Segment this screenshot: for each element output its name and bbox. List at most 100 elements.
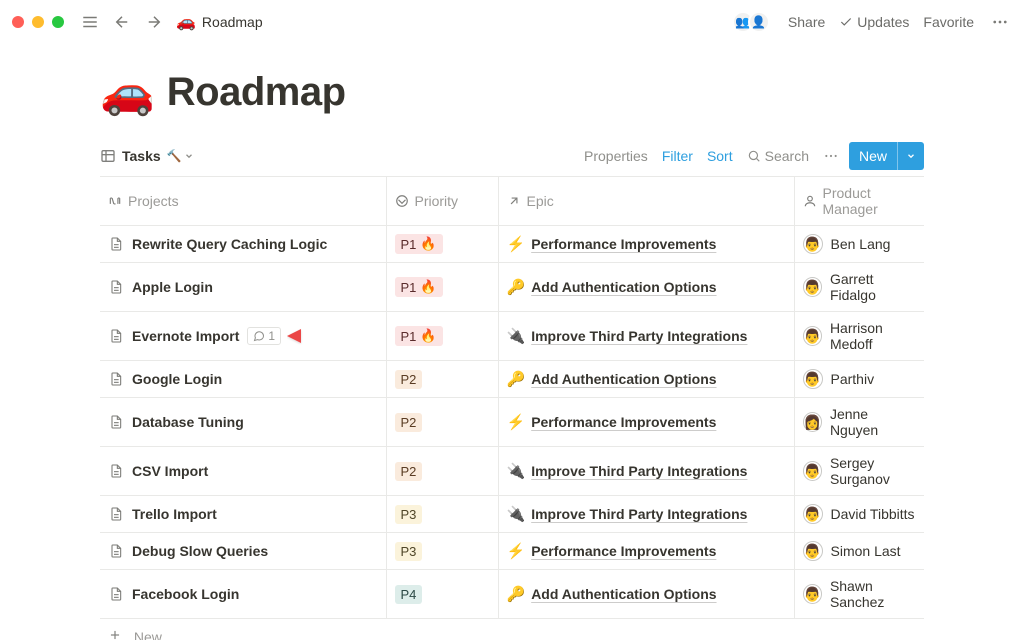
toolbar-more-icon[interactable] [823,148,839,164]
epic-emoji: 🔌 [507,327,526,345]
search-icon [747,149,761,163]
cell-pm[interactable]: 👨Parthiv [794,361,924,398]
pm-name: David Tibbitts [831,506,915,522]
priority-label: P2 [401,464,417,479]
comment-badge[interactable]: 1 [247,327,281,345]
cell-project[interactable]: Rewrite Query Caching Logic [100,226,386,263]
new-row[interactable]: New [100,619,924,640]
forward-icon[interactable] [142,10,166,34]
new-button[interactable]: New [849,142,924,170]
page-emoji[interactable]: 🚗 [100,71,155,115]
epic-emoji: 🔑 [507,278,526,296]
table-row[interactable]: Trello Import P3 🔌Improve Third Party Inte… [100,496,924,533]
pm-avatar: 👨 [803,234,823,254]
updates-button[interactable]: Updates [839,14,909,30]
table-row[interactable]: Facebook Login P4 🔑Add Authentication Opti… [100,570,924,619]
cell-pm[interactable]: 👨Garrett Fidalgo [794,263,924,312]
cell-priority[interactable]: P1 🔥 [386,263,498,312]
priority-label: P1 [401,329,417,344]
cell-project[interactable]: Trello Import [100,496,386,533]
page-icon [108,279,124,295]
priority-label: P2 [401,415,417,430]
epic-title: Improve Third Party Integrations [531,463,747,479]
cell-priority[interactable]: P1 🔥 [386,312,498,361]
epic-title: Improve Third Party Integrations [531,506,747,522]
cell-project[interactable]: Facebook Login [100,570,386,619]
filter-button[interactable]: Filter [662,148,693,164]
cell-project[interactable]: Google Login [100,361,386,398]
cell-priority[interactable]: P2 [386,447,498,496]
close-window-dot[interactable] [12,16,24,28]
hamburger-icon[interactable] [78,10,102,34]
table-row[interactable]: Rewrite Query Caching LogicP1 🔥⚡Performa… [100,226,924,263]
column-header-projects[interactable]: Projects [100,177,386,226]
cell-epic[interactable]: 🔑Add Authentication Options [498,570,794,619]
column-header-priority[interactable]: Priority [386,177,498,226]
epic-title: Add Authentication Options [531,279,716,295]
cell-project[interactable]: Debug Slow Queries [100,533,386,570]
cell-priority[interactable]: P4 [386,570,498,619]
cell-epic[interactable]: 🔑 Add Authentication Options [498,263,794,312]
column-header-epic[interactable]: Epic [498,177,794,226]
cell-project[interactable]: CSV Import [100,447,386,496]
cell-priority[interactable]: P1 🔥 [386,226,498,263]
view-selector[interactable]: Tasks 🔨 [100,148,194,164]
epic-title: Performance Improvements [531,543,716,559]
back-icon[interactable] [110,10,134,34]
cell-priority[interactable]: P3 [386,533,498,570]
table-row[interactable]: Debug Slow QueriesP3⚡Performance Improve… [100,533,924,570]
table-row[interactable]: Evernote Import1P1 🔥🔌Improve Third Party… [100,312,924,361]
top-actions: 👥 👤 Share Updates Favorite [732,10,1012,34]
chevron-down-icon [184,151,194,161]
priority-label: P4 [401,587,417,602]
page-icon [108,236,124,252]
page-title[interactable]: Roadmap [167,70,346,115]
table-row[interactable]: Apple Login P1 🔥 🔑 Add Authentication Optio… [100,263,924,312]
cell-epic[interactable]: 🔌Improve Third Party Integrations [498,312,794,361]
epic-emoji: ⚡ [507,413,526,431]
cell-epic[interactable]: ⚡Performance Improvements [498,398,794,447]
breadcrumb[interactable]: 🚗 Roadmap [176,12,263,32]
presence-avatars[interactable]: 👥 👤 [732,11,770,33]
comment-count: 1 [268,329,275,343]
cell-project[interactable]: Evernote Import1 [100,312,386,361]
search-button[interactable]: Search [747,148,809,164]
breadcrumb-emoji: 🚗 [176,12,196,32]
cell-pm[interactable]: 👨David Tibbitts [794,496,924,533]
cell-project[interactable]: Apple Login [100,263,386,312]
sort-button[interactable]: Sort [707,148,733,164]
cell-epic[interactable]: 🔑Add Authentication Options [498,361,794,398]
page-icon [108,463,124,479]
favorite-button[interactable]: Favorite [923,14,974,30]
pm-avatar: 👨 [803,277,822,297]
view-sub: 🔨 [167,149,194,163]
cell-priority[interactable]: P2 [386,361,498,398]
cell-priority[interactable]: P2 [386,398,498,447]
more-icon[interactable] [988,10,1012,34]
cell-pm[interactable]: 👨Harrison Medoff [794,312,924,361]
column-header-pm[interactable]: Product Manager [794,177,924,226]
column-header-label: Epic [527,193,554,209]
page-title-row: 🚗 Roadmap [100,70,924,115]
minimize-window-dot[interactable] [32,16,44,28]
cell-epic[interactable]: ⚡Performance Improvements [498,533,794,570]
cell-epic[interactable]: 🔌Improve Third Party Integrations [498,447,794,496]
cell-pm[interactable]: 👨Simon Last [794,533,924,570]
maximize-window-dot[interactable] [52,16,64,28]
cell-project[interactable]: Database Tuning [100,398,386,447]
table-row[interactable]: Google LoginP2🔑Add Authentication Option… [100,361,924,398]
table-row[interactable]: Database Tuning P2 ⚡Performance Improvemen… [100,398,924,447]
properties-button[interactable]: Properties [584,148,648,164]
priority-tag: P1 🔥 [395,277,443,297]
cell-pm[interactable]: 👨Shawn Sanchez [794,570,924,619]
share-button[interactable]: Share [788,14,825,30]
new-button-chevron[interactable] [897,142,924,170]
cell-pm[interactable]: 👨Ben Lang [794,226,924,263]
table-row[interactable]: CSV Import P2 🔌Improve Third Party Integra… [100,447,924,496]
cell-epic[interactable]: ⚡Performance Improvements [498,226,794,263]
cell-priority[interactable]: P3 [386,496,498,533]
cell-pm[interactable]: 👩Jenne Nguyen [794,398,924,447]
cell-epic[interactable]: 🔌Improve Third Party Integrations [498,496,794,533]
priority-label: P3 [401,507,417,522]
cell-pm[interactable]: 👨Sergey Surganov [794,447,924,496]
